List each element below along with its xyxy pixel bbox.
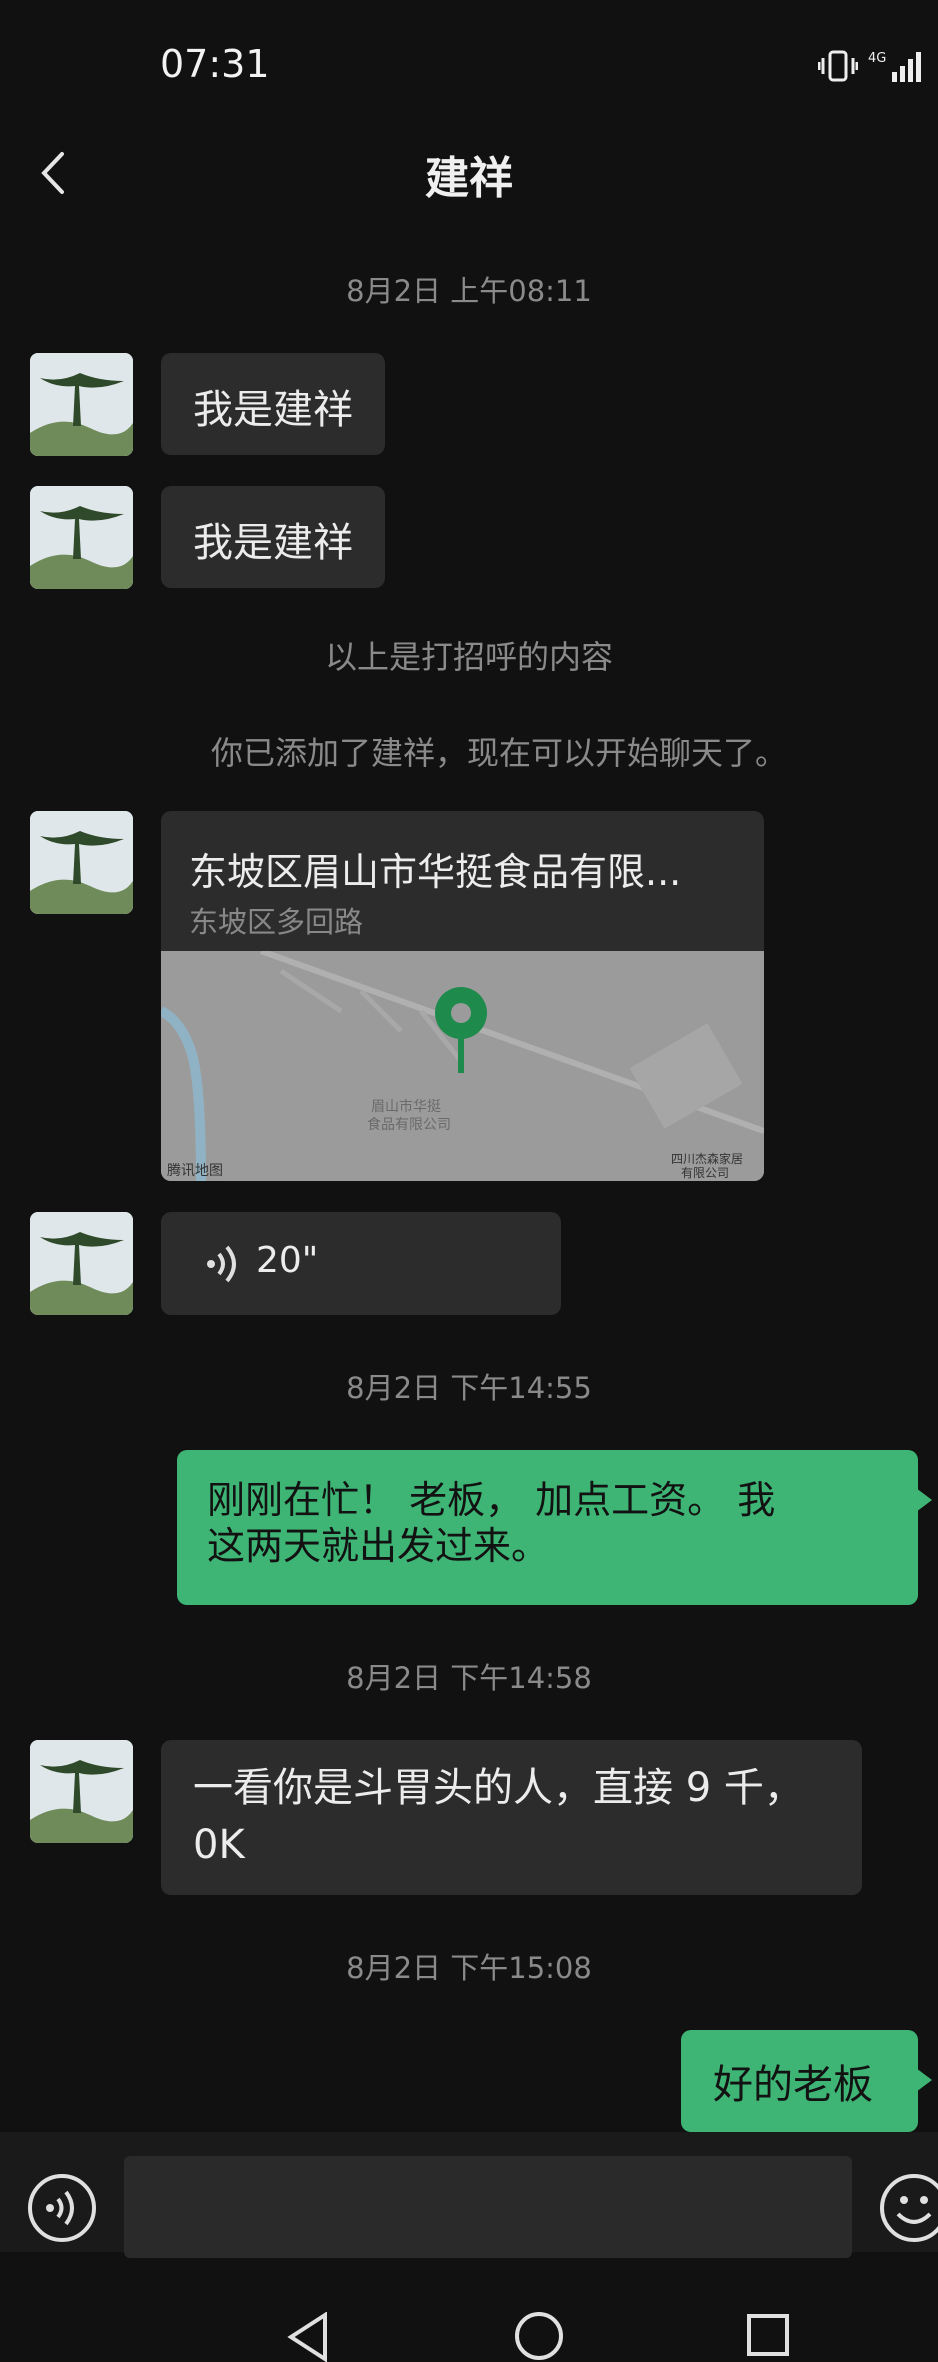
nav-back-icon[interactable] — [285, 2312, 331, 2362]
timestamp: 8月2日 下午14:58 — [346, 1661, 592, 1695]
timestamp: 8月2日 下午14:55 — [346, 1371, 592, 1405]
outgoing-message-bubble[interactable]: 刚刚在忙！ 老板， 加点工资。 我 这两天就出发过来。 — [177, 1450, 932, 1605]
location-title: 东坡区眉山市华挺食品有限... — [189, 850, 682, 894]
voice-wave-icon — [207, 1245, 236, 1283]
svg-text:4G: 4G — [868, 51, 886, 66]
status-icons: 4G — [818, 48, 926, 84]
message-line: 0K — [193, 1822, 245, 1868]
svg-text:有限公司: 有限公司 — [681, 1166, 729, 1180]
timestamp: 8月2日 上午08:11 — [346, 274, 592, 308]
system-nav-bar — [0, 2262, 938, 2362]
timestamp: 8月2日 下午15:08 — [346, 1951, 592, 1985]
avatar[interactable] — [30, 1740, 133, 1843]
system-note: 以上是打招呼的内容 — [324, 638, 613, 676]
message-input[interactable] — [124, 2156, 852, 2258]
voice-duration: 20" — [256, 1240, 319, 1281]
map-brand: 腾讯地图 — [167, 1162, 223, 1179]
message-bubble[interactable]: 我是建祥 — [161, 353, 385, 455]
message-line: 一看你是斗胃头的人，直接 9 千， — [193, 1765, 804, 1811]
avatar[interactable] — [30, 486, 133, 589]
voice-message[interactable]: 20" — [161, 1212, 561, 1315]
message-bubble[interactable]: 一看你是斗胃头的人，直接 9 千， 0K — [161, 1740, 862, 1895]
signal-icon: 4G — [868, 51, 921, 82]
outgoing-message-bubble[interactable]: 好的老板 — [681, 2030, 932, 2132]
map-label: 眉山市华挺 — [371, 1098, 441, 1115]
location-card[interactable]: 东坡区眉山市华挺食品有限... 东坡区多回路 眉山市华挺 食品有限公司 四川杰森… — [161, 811, 764, 1181]
message-bubble[interactable]: 我是建祥 — [161, 486, 385, 588]
avatar[interactable] — [30, 811, 133, 914]
svg-text:四川杰森家居: 四川杰森家居 — [671, 1151, 743, 1166]
vibrate-icon — [818, 50, 858, 82]
status-time: 07:31 — [160, 42, 270, 86]
emoji-icon[interactable] — [878, 2172, 938, 2244]
system-note: 你已添加了建祥，现在可以开始聊天了。 — [210, 734, 787, 772]
svg-text:食品有限公司: 食品有限公司 — [367, 1116, 451, 1133]
voice-input-icon[interactable] — [26, 2172, 98, 2244]
nav-recents-icon[interactable] — [745, 2312, 791, 2358]
location-address: 东坡区多回路 — [189, 905, 364, 939]
avatar[interactable] — [30, 1212, 133, 1315]
message-line: 这两天就出发过来。 — [207, 1524, 550, 1568]
chat-title: 建祥 — [425, 153, 513, 204]
avatar[interactable] — [30, 353, 133, 456]
map-preview[interactable]: 眉山市华挺 食品有限公司 四川杰森家居 有限公司 腾讯地图 — [161, 948, 764, 1181]
nav-home-icon[interactable] — [513, 2310, 565, 2362]
